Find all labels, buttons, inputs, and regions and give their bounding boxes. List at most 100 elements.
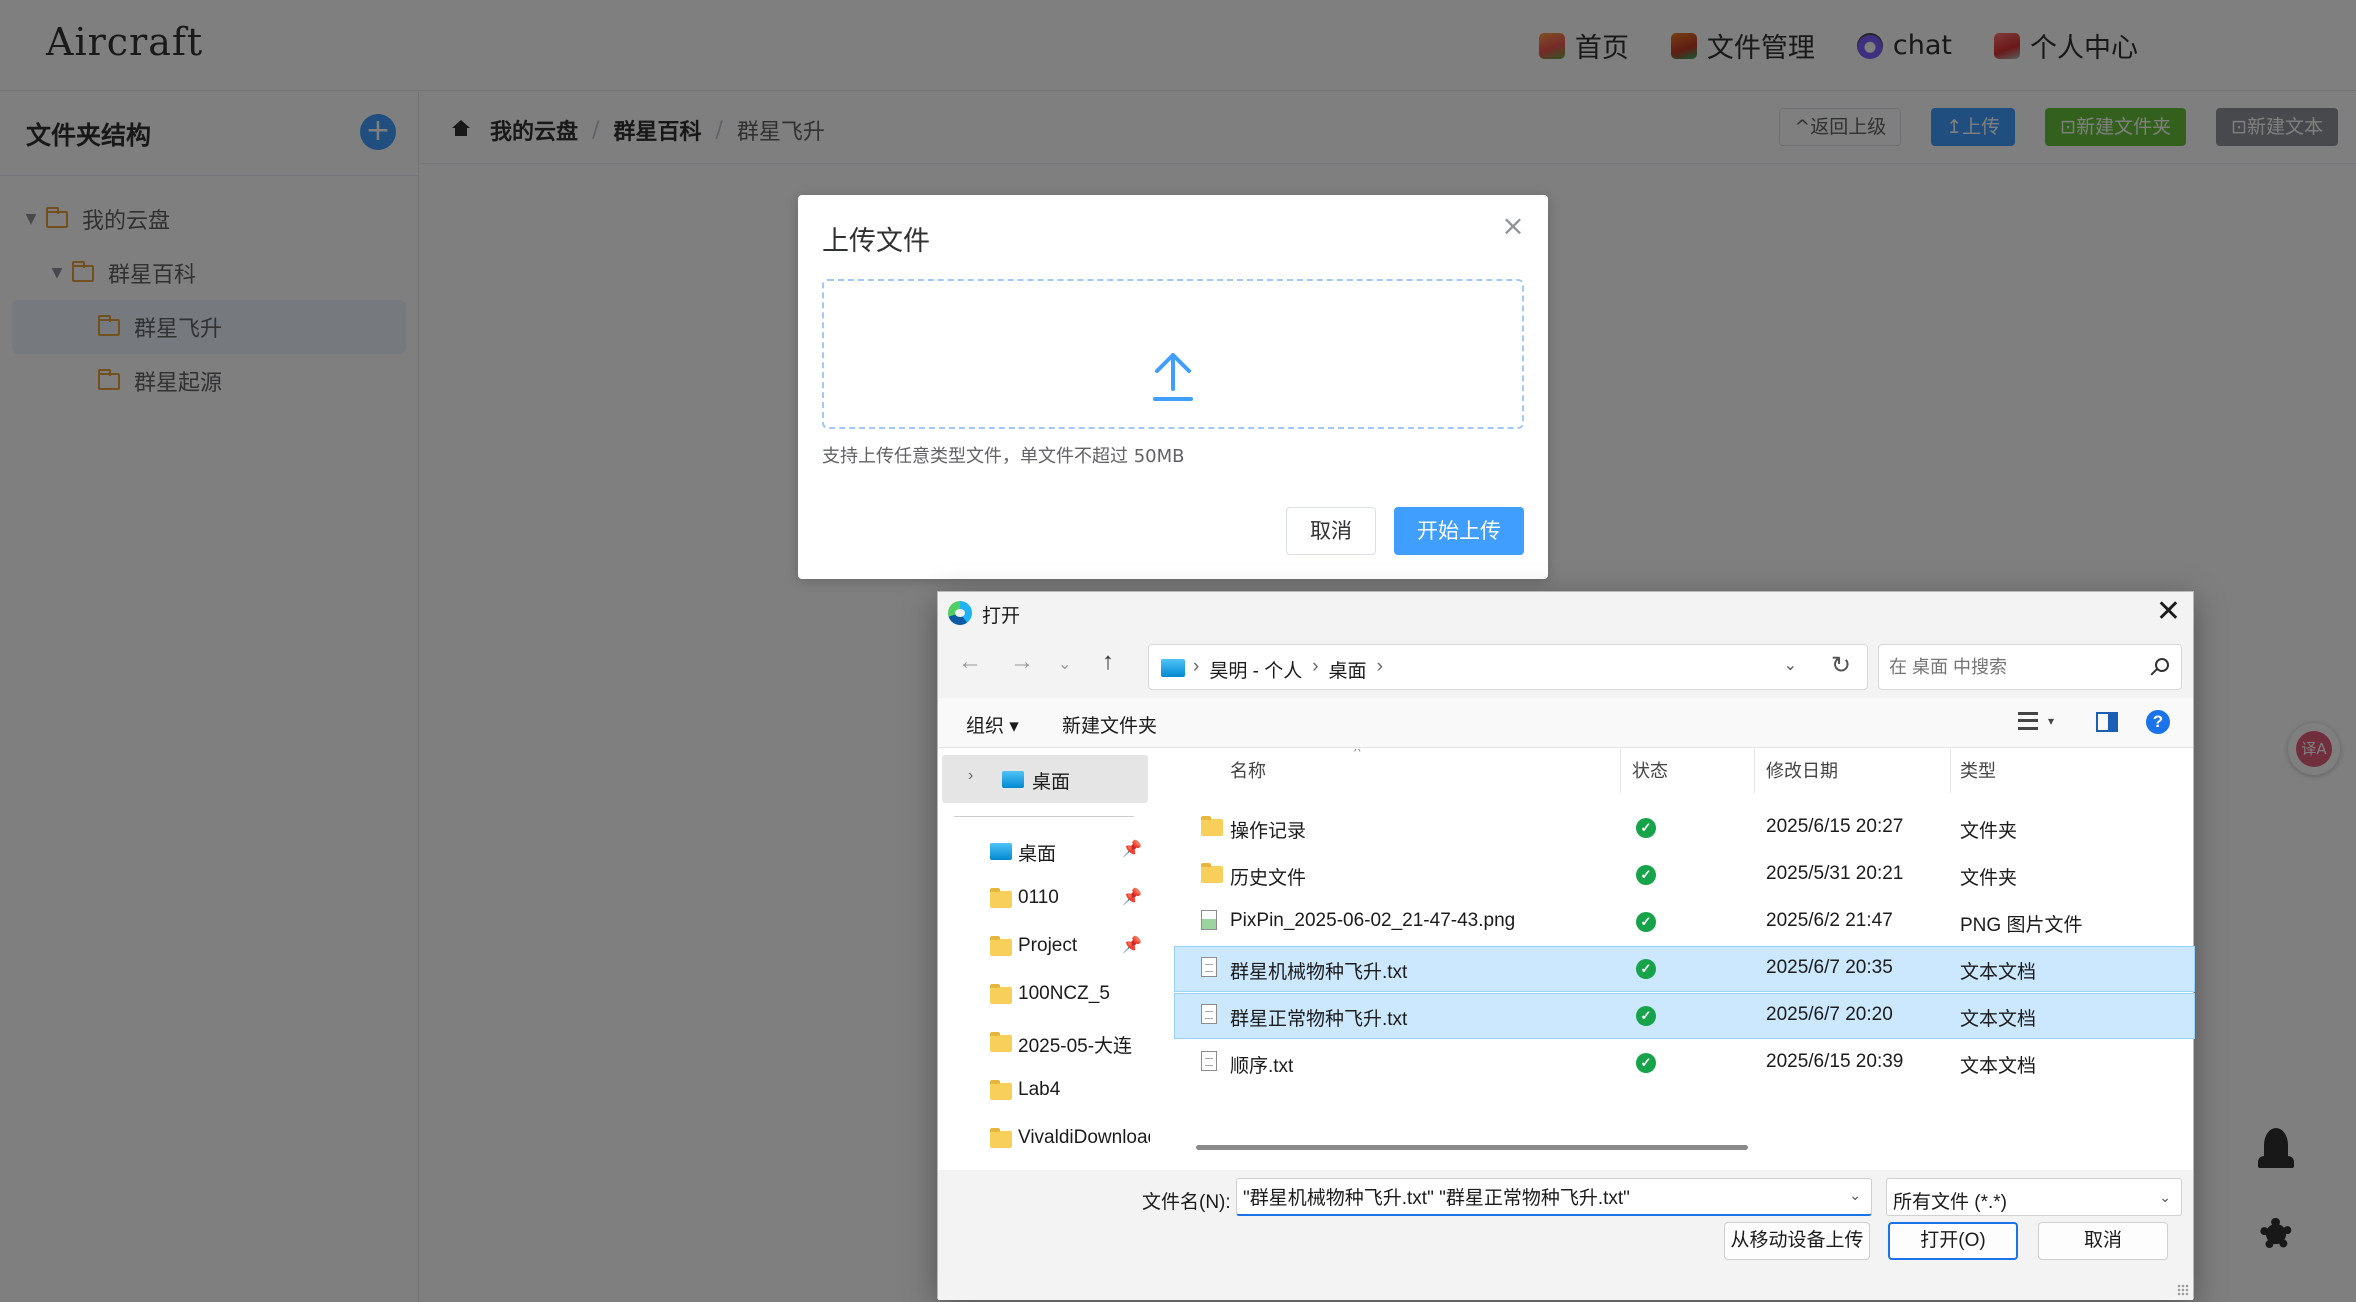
- folder-icon: [990, 984, 1012, 1004]
- dialog-title: 上传文件: [822, 226, 930, 257]
- search-input[interactable]: [1879, 645, 2129, 689]
- filename-history-dropdown-icon[interactable]: ⌄: [1849, 1187, 1861, 1204]
- dialog-titlebar[interactable]: 打开 ✕: [938, 592, 2193, 634]
- text-file-icon: [1201, 1051, 1217, 1071]
- folder-icon: [990, 1032, 1012, 1052]
- file-type: 文本文档: [1960, 1009, 2037, 1030]
- column-header-type[interactable]: 类型: [1960, 749, 1996, 793]
- file-name: PixPin_2025-06-02_21-47-43.png: [1230, 910, 1516, 931]
- column-header-name[interactable]: 名称: [1230, 749, 1266, 793]
- column-separator[interactable]: [1950, 749, 1951, 793]
- pin-icon: 📌: [1122, 937, 1142, 954]
- file-row[interactable]: 顺序.txt ✓ 2025/6/15 20:39 文本文档: [1174, 1040, 2195, 1086]
- text-file-icon: [1201, 1004, 1217, 1024]
- quick-access-item[interactable]: 0110 📌: [938, 875, 1150, 923]
- file-date: 2025/5/31 20:21: [1766, 863, 1904, 884]
- folder-icon: [990, 1128, 1012, 1148]
- file-row[interactable]: 操作记录 ✓ 2025/6/15 20:27 文件夹: [1174, 805, 2195, 851]
- close-icon[interactable]: ✕: [2156, 594, 2181, 629]
- pin-icon: 📌: [1122, 889, 1142, 906]
- recent-locations-chevron-icon[interactable]: ⌄: [1058, 654, 1071, 674]
- refresh-icon[interactable]: ↻: [1831, 651, 1851, 680]
- column-separator[interactable]: [1754, 749, 1755, 793]
- view-list-icon[interactable]: [2018, 712, 2038, 730]
- file-type-filter[interactable]: 所有文件 (*.*) ⌄: [1886, 1178, 2182, 1216]
- folder-icon: [1201, 863, 1223, 883]
- file-type: 文本文档: [1960, 962, 2037, 983]
- preview-pane-icon[interactable]: [2096, 712, 2118, 732]
- address-path: › 昊明 - 个人 › 桌面 ›: [1193, 656, 1383, 683]
- filename-label: 文件名(N):: [1142, 1192, 1231, 1213]
- quick-access-item[interactable]: 2025-05-大连: [938, 1019, 1150, 1067]
- folder-icon: [990, 888, 1012, 908]
- pin-icon: 📌: [1122, 841, 1142, 858]
- file-type: PNG 图片文件: [1960, 915, 2083, 936]
- forward-arrow-icon[interactable]: →: [1010, 648, 1034, 676]
- column-separator[interactable]: [1620, 749, 1621, 793]
- view-dropdown-icon[interactable]: ▾: [2048, 714, 2054, 728]
- filename-input[interactable]: [1237, 1179, 1837, 1213]
- cancel-button[interactable]: 取消: [1286, 507, 1376, 555]
- file-date: 2025/6/7 20:35: [1766, 957, 1893, 978]
- file-row[interactable]: 历史文件 ✓ 2025/5/31 20:21 文件夹: [1174, 852, 2195, 898]
- start-upload-button[interactable]: 开始上传: [1394, 507, 1524, 555]
- upload-from-mobile-button[interactable]: 从移动设备上传: [1724, 1222, 1870, 1260]
- help-icon[interactable]: ?: [2146, 710, 2170, 734]
- synced-check-icon: ✓: [1636, 1053, 1656, 1073]
- synced-check-icon: ✓: [1636, 1006, 1656, 1026]
- column-header-status[interactable]: 状态: [1632, 749, 1668, 793]
- quick-access-item[interactable]: 100NCZ_5: [938, 971, 1150, 1019]
- search-box[interactable]: [1878, 644, 2182, 690]
- upload-dialog: 上传文件 × 支持上传任意类型文件，单文件不超过 50MB 取消 开始上传: [798, 195, 1548, 579]
- search-icon: [2155, 658, 2169, 672]
- file-type: 文本文档: [1960, 1056, 2037, 1077]
- folder-icon: [990, 936, 1012, 956]
- file-type-filter-value: 所有文件 (*.*): [1893, 1192, 2008, 1213]
- quick-access-label: 100NCZ_5: [1018, 983, 1110, 1004]
- quick-access-item[interactable]: 桌面 📌: [938, 827, 1150, 875]
- upload-dropzone[interactable]: [822, 279, 1524, 429]
- folder-icon: [990, 1080, 1012, 1100]
- navigation-pane: › 桌面 桌面 📌 0110 📌 Project 📌 100NCZ_5 2025…: [938, 749, 1150, 1159]
- organize-menu[interactable]: 组织 ▾: [966, 711, 1019, 738]
- synced-check-icon: ✓: [1636, 818, 1656, 838]
- back-arrow-icon[interactable]: ←: [958, 648, 982, 676]
- file-row[interactable]: PixPin_2025-06-02_21-47-43.png ✓ 2025/6/…: [1174, 899, 2195, 945]
- file-row-selected[interactable]: 群星机械物种飞升.txt ✓ 2025/6/7 20:35 文本文档: [1174, 946, 2195, 992]
- close-icon[interactable]: ×: [1500, 212, 1526, 240]
- quick-access-label: VivaldiDownloads: [1018, 1127, 1150, 1148]
- synced-check-icon: ✓: [1636, 959, 1656, 979]
- file-name: 群星机械物种飞升.txt: [1230, 962, 1408, 983]
- dialog-title: 打开: [982, 606, 1021, 627]
- synced-check-icon: ✓: [1636, 865, 1656, 885]
- cancel-button[interactable]: 取消: [2038, 1222, 2168, 1260]
- file-name: 历史文件: [1230, 868, 1307, 889]
- edge-browser-icon: [948, 601, 972, 625]
- address-dropdown-icon[interactable]: ⌄: [1784, 655, 1797, 675]
- nav-tree-desktop[interactable]: › 桌面: [942, 755, 1148, 803]
- address-segment[interactable]: 桌面: [1329, 656, 1367, 683]
- new-folder-command[interactable]: 新建文件夹: [1062, 711, 1157, 738]
- command-bar: 组织 ▾ 新建文件夹 ▾ ?: [938, 698, 2193, 748]
- quick-access-label: Project: [1018, 935, 1078, 956]
- png-icon: [1201, 910, 1217, 930]
- quick-access-label: 0110: [1018, 887, 1059, 908]
- file-type: 文件夹: [1960, 821, 2018, 842]
- file-name: 操作记录: [1230, 821, 1307, 842]
- quick-access-item[interactable]: VivaldiDownloads: [938, 1115, 1150, 1159]
- chevron-right-icon[interactable]: ›: [968, 767, 973, 785]
- up-arrow-icon[interactable]: ↑: [1102, 648, 1114, 676]
- horizontal-scrollbar[interactable]: [1196, 1145, 1748, 1150]
- file-date: 2025/6/2 21:47: [1766, 910, 1893, 931]
- open-button[interactable]: 打开(O): [1888, 1222, 2018, 1260]
- address-segment[interactable]: 昊明 - 个人: [1209, 656, 1302, 683]
- nav-tree-label: 桌面: [1032, 772, 1071, 793]
- filename-field[interactable]: ⌄: [1236, 1178, 1872, 1216]
- address-bar[interactable]: › 昊明 - 个人 › 桌面 › ⌄ ↻: [1148, 644, 1868, 690]
- column-header-date[interactable]: 修改日期: [1766, 749, 1838, 793]
- quick-access-item[interactable]: Lab4: [938, 1067, 1150, 1115]
- file-row-selected[interactable]: 群星正常物种飞升.txt ✓ 2025/6/7 20:20 文本文档: [1174, 993, 2195, 1039]
- resize-grip-icon[interactable]: [2177, 1284, 2189, 1296]
- quick-access-item[interactable]: Project 📌: [938, 923, 1150, 971]
- sort-up-icon: ^: [1354, 749, 1361, 759]
